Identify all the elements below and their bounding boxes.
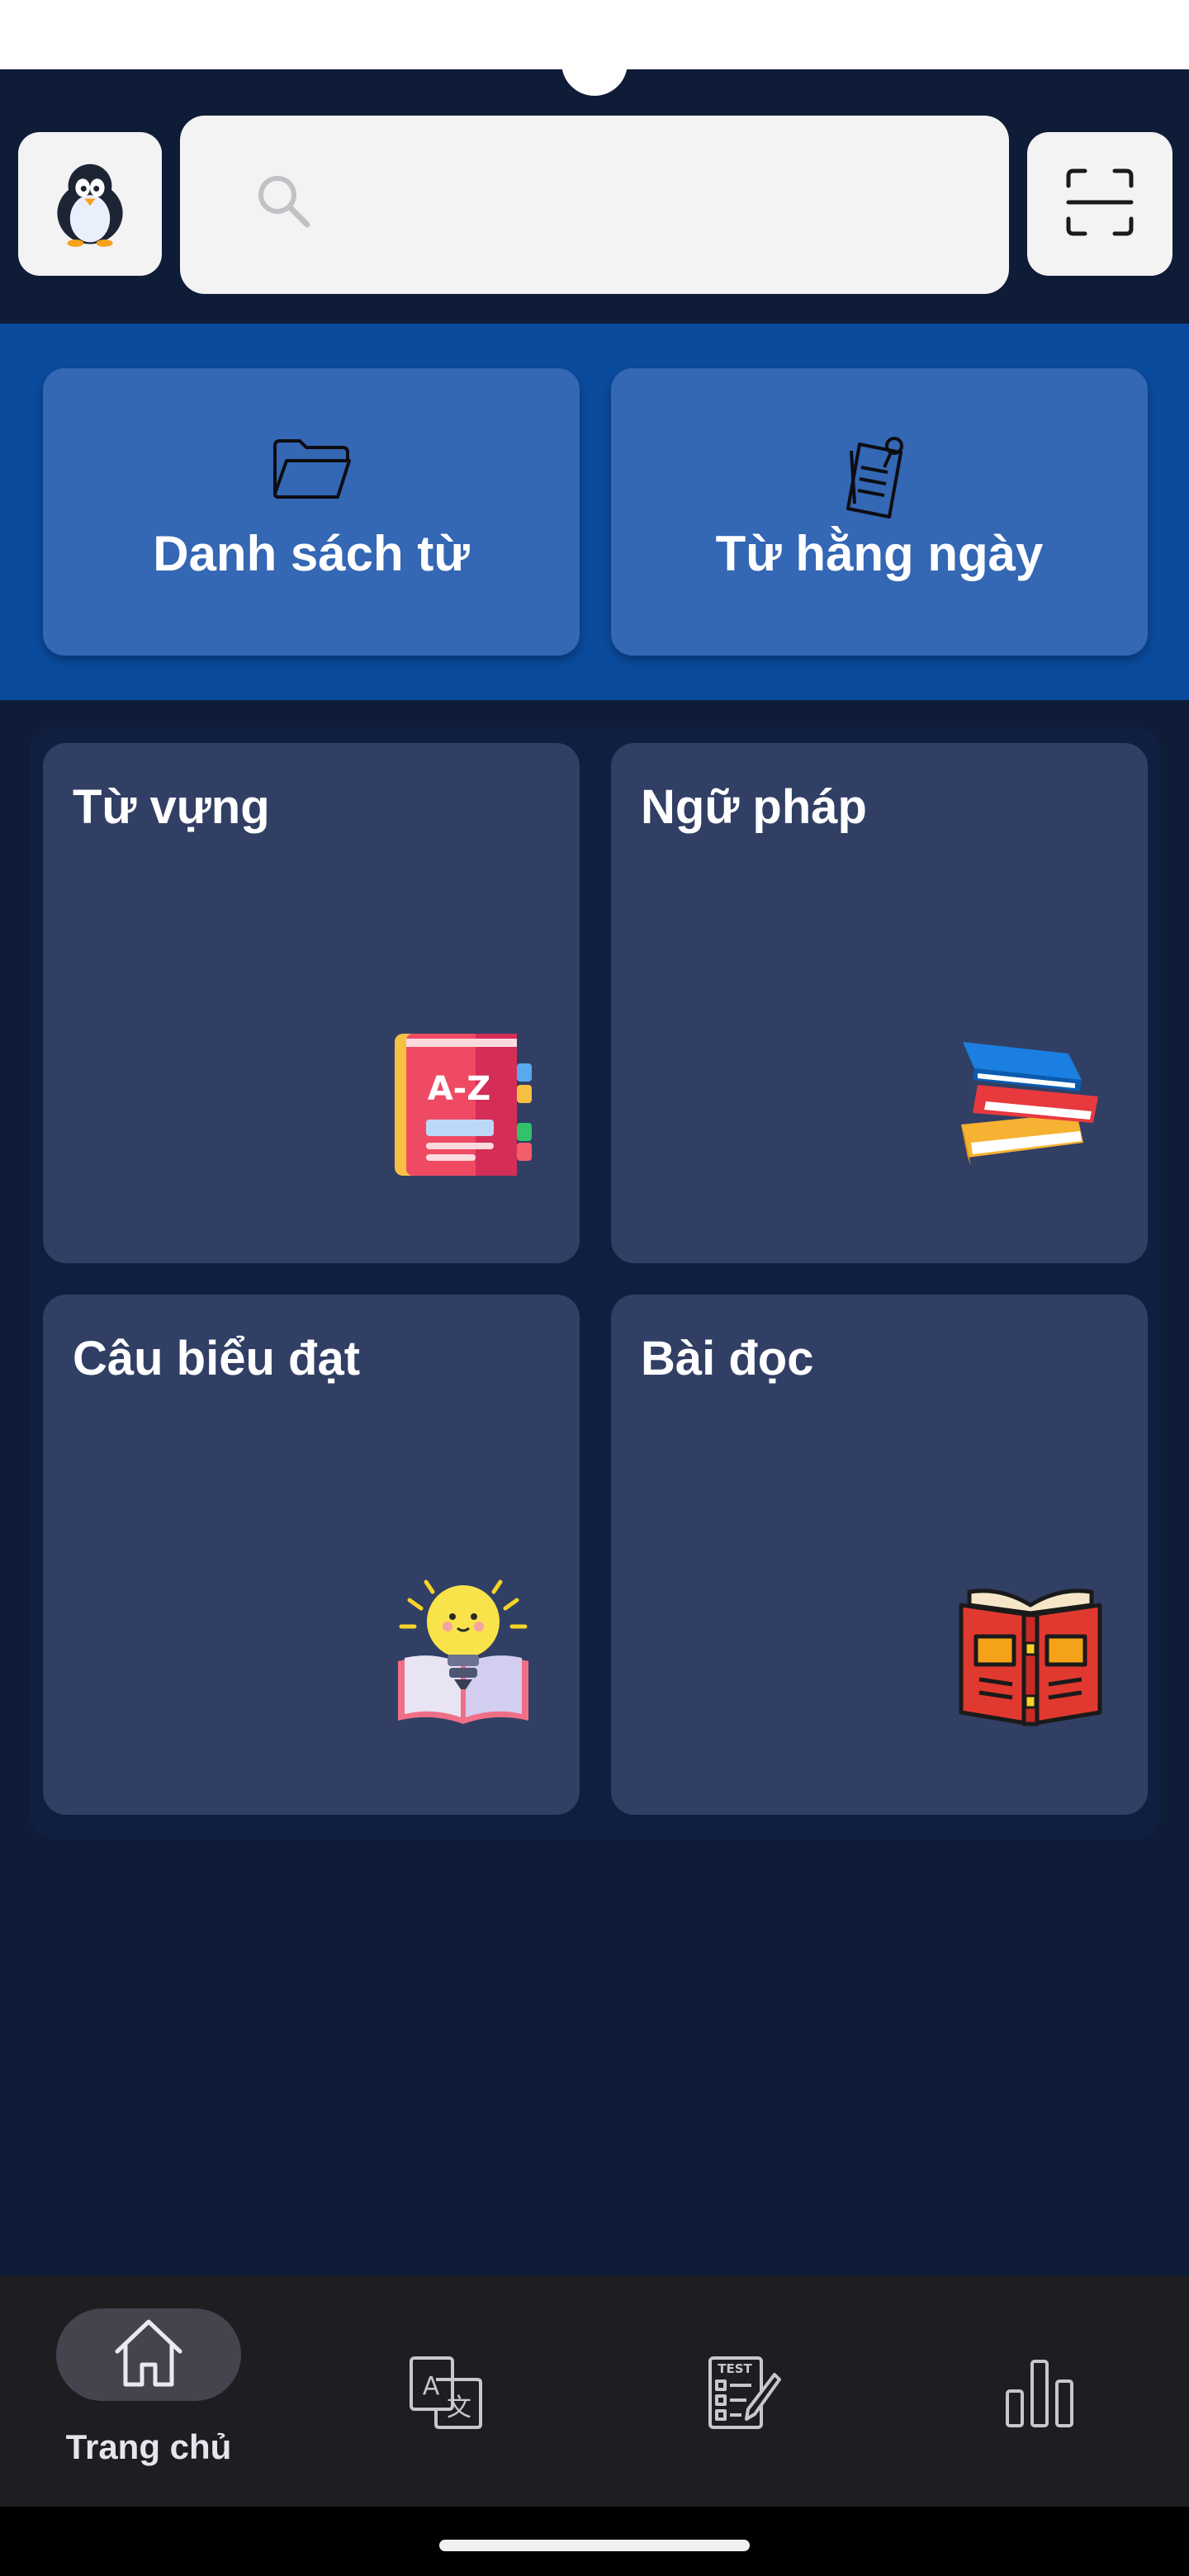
scan-frame-icon xyxy=(1065,168,1135,241)
daily-words-label: Từ hằng ngày xyxy=(715,526,1044,581)
svg-text:A-Z: A-Z xyxy=(428,1070,491,1108)
search-input[interactable] xyxy=(337,155,981,254)
reading-label: Bài đọc xyxy=(641,1332,814,1385)
vocabulary-label: Từ vựng xyxy=(73,780,270,834)
az-dictionary-book-icon: A-Z xyxy=(393,1030,533,1183)
svg-text:A: A xyxy=(423,2372,440,2401)
folder-icon xyxy=(272,434,351,504)
vocabulary-card[interactable]: Từ vựng A-Z xyxy=(43,743,580,1263)
lightbulb-book-icon xyxy=(393,1575,533,1736)
home-gesture-handle[interactable] xyxy=(439,2540,750,2551)
bottom-navigation: Trang chủ A 文 TEST xyxy=(0,2275,1189,2507)
pinned-note-icon xyxy=(840,434,919,524)
search-box[interactable] xyxy=(180,116,1009,294)
search-icon xyxy=(253,170,315,233)
svg-text:文: 文 xyxy=(447,2394,471,2422)
svg-text:TEST: TEST xyxy=(718,2361,752,2376)
word-list-card[interactable]: Danh sách từ xyxy=(43,368,580,656)
nav-item-home[interactable]: Trang chủ xyxy=(0,2275,297,2507)
grammar-label: Ngữ pháp xyxy=(641,780,867,834)
avatar-button[interactable] xyxy=(18,132,162,276)
nav-active-indicator xyxy=(56,2308,241,2401)
grammar-card[interactable]: Ngữ pháp xyxy=(611,743,1148,1263)
nav-item-translate[interactable]: A 文 xyxy=(297,2275,594,2507)
expressions-label: Câu biểu đạt xyxy=(73,1332,361,1385)
stacked-books-icon xyxy=(953,1034,1110,1178)
daily-words-card[interactable]: Từ hằng ngày xyxy=(611,368,1148,656)
nav-label-home: Trang chủ xyxy=(65,2427,232,2466)
nav-item-test[interactable]: TEST xyxy=(594,2275,892,2507)
word-list-label: Danh sách từ xyxy=(153,526,470,581)
quick-actions-band: Danh sách từ Từ hằng ngày xyxy=(0,324,1189,700)
reading-card[interactable]: Bài đọc xyxy=(611,1295,1148,1815)
nav-item-stats[interactable] xyxy=(892,2275,1189,2507)
home-icon xyxy=(111,2315,187,2395)
bar-chart-icon xyxy=(1002,2355,1078,2435)
test-checklist-icon: TEST xyxy=(705,2355,781,2435)
translate-icon: A 文 xyxy=(408,2355,484,2435)
scan-button[interactable] xyxy=(1027,132,1172,276)
expressions-card[interactable]: Câu biểu đạt xyxy=(43,1295,580,1815)
categories-panel: Từ vựng A-Z Ngữ pháp Câu biểu đạt Bài đọ… xyxy=(30,727,1161,1840)
system-gesture-bar xyxy=(0,2507,1189,2576)
open-book-reading-icon xyxy=(955,1580,1106,1733)
penguin-icon xyxy=(45,157,135,252)
